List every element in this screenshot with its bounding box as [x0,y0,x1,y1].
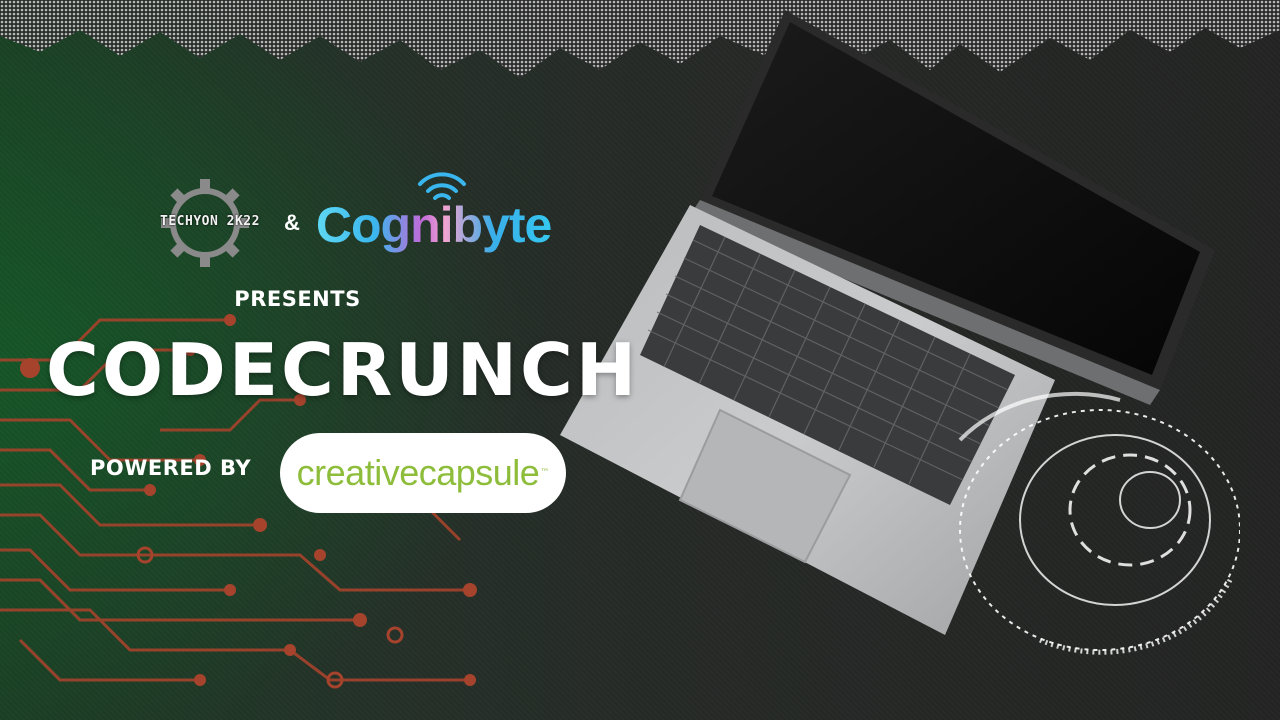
powered-by-label: POWERED BY [90,456,252,480]
techyon-logo: TECHYON 2K22 [140,178,270,268]
sponsor-logo: creativecapsule ™ [280,433,566,513]
cognibyte-logo: Cognibyte [315,172,566,268]
techyon-wordmark: TECHYON 2K22 [160,214,260,229]
event-banner: TECHYON 2K22 & Cognibyte PRESENTS CODECR… [0,0,1280,720]
trademark-symbol: ™ [540,468,550,478]
cognibyte-wordmark: Cognibyte [315,197,552,253]
hud-rings-decoration [958,391,1240,655]
event-title: CODECRUNCH [46,328,640,412]
sponsor-name: creativecapsule [296,452,540,493]
ampersand: & [284,210,300,235]
presents-label: PRESENTS [234,287,361,311]
partner-logos: TECHYON 2K22 & Cognibyte [140,172,580,268]
